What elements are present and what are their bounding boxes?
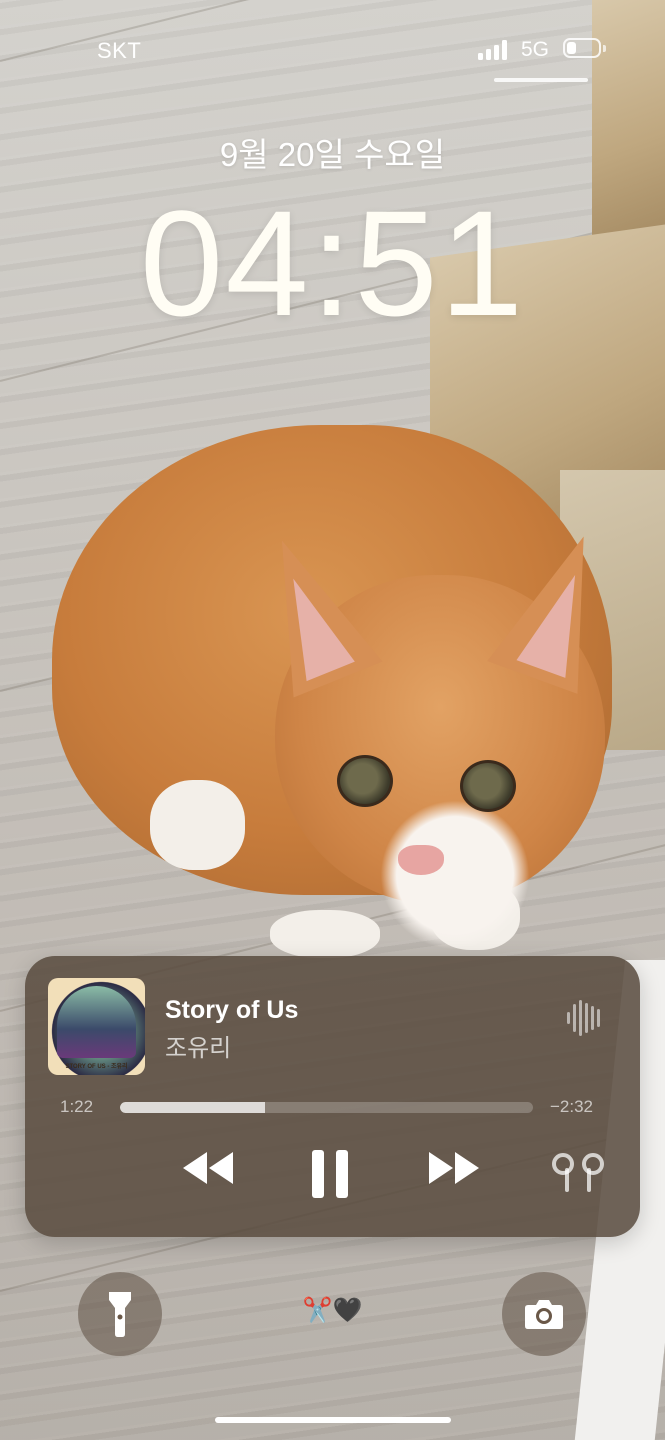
remaining-time: −2:32: [550, 1097, 594, 1116]
album-art-caption: STORY OF US - 조유리: [65, 1064, 128, 1070]
track-title: Story of Us: [165, 996, 299, 1024]
waveform-icon: [565, 1000, 601, 1036]
pause-icon: [312, 1150, 348, 1198]
rewind-button[interactable]: [179, 1148, 235, 1198]
network-type-label: 5G: [521, 38, 550, 61]
lock-screen-date: 9월 20일 수요일: [219, 136, 446, 173]
playback-scrubber[interactable]: [120, 1102, 533, 1113]
playback-progress-fill: [120, 1102, 265, 1113]
camera-button[interactable]: [502, 1272, 586, 1356]
album-art[interactable]: STORY OF US - 조유리: [48, 978, 145, 1075]
now-playing-widget[interactable]: STORY OF US - 조유리 Story of Us 조유리 1:22 −…: [25, 956, 640, 1237]
elapsed-time: 1:22: [60, 1097, 94, 1116]
battery-icon: [563, 38, 601, 58]
status-bar: SKT 5G: [0, 0, 665, 100]
home-indicator[interactable]: [215, 1417, 451, 1423]
control-center-indicator[interactable]: [494, 78, 588, 82]
airpods-icon: [552, 1153, 604, 1192]
camera-icon: [525, 1300, 563, 1329]
forward-button[interactable]: [427, 1148, 483, 1198]
cellular-signal-icon: [478, 38, 510, 60]
audio-output-button[interactable]: [547, 1152, 609, 1199]
carrier-label: SKT: [97, 38, 142, 63]
lock-screen-time: 04:51: [139, 179, 526, 347]
battery-cap: [603, 45, 606, 52]
pause-button[interactable]: [308, 1148, 352, 1198]
backward-icon: [183, 1152, 233, 1184]
track-artist: 조유리: [165, 1035, 232, 1062]
forward-icon: [429, 1152, 479, 1184]
